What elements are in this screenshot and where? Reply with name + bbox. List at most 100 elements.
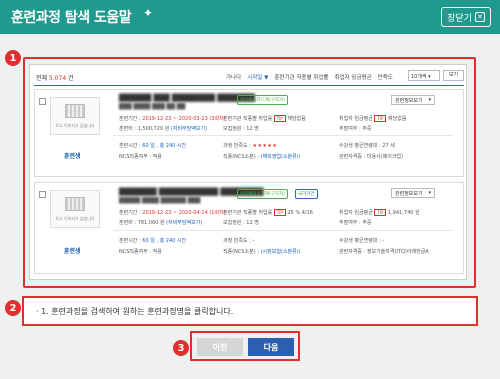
tip-badge: TIP — [374, 115, 387, 122]
chevron-down-icon: ▾ — [428, 74, 431, 80]
cert-value: 미용사(메이크업) — [366, 154, 403, 160]
sort-options: 가나다 시작일 ▼ 훈련기관 직종별 취업률 취업자 임금평균 만족도 — [226, 73, 393, 81]
cost-label: 훈련비 : — [119, 126, 138, 132]
course-card-1: 로고 이미지가 없습니다 훈련생 ██████ ███ ████████ ███… — [34, 89, 464, 177]
instruction-text: · 1. 훈련과정을 검색하여 원하는 훈련과정명을 클릭합니다. — [36, 307, 234, 316]
employment-label: 훈련기관 직종별 취업률 — [223, 116, 274, 122]
satisfaction-label: 과정 만족도 : — [223, 238, 253, 244]
next-button[interactable]: 다음 — [248, 338, 294, 356]
close-label: 창닫기 — [447, 13, 472, 24]
thumbnail-caption: 로고 이미지가 없습니다 — [55, 216, 95, 221]
related-info-button[interactable]: 관련정보보기 ▾ — [391, 95, 435, 105]
course-list-panel: 전체 5,074 건 가나다 시작일 ▼ 훈련기관 직종별 취업률 취업자 임금… — [29, 64, 467, 280]
period-value: 2019-12-23 ~ 2020-04-14 (1회차) — [142, 210, 226, 216]
cost-value: 781,060 원 — [137, 220, 165, 226]
cost-row: 훈련비 : 781,060 원 (자비부담액보기) — [119, 219, 202, 226]
total-prefix: 전체 — [36, 75, 49, 82]
self-pay-link[interactable]: (자비부담액보기) — [171, 126, 207, 132]
capacity-value: 12 명 — [246, 126, 259, 132]
weekday-row: 주말여부 : 주중 — [339, 125, 371, 132]
rating-stars: ★★★★★ — [252, 143, 278, 149]
tip-badge: TIP — [273, 209, 286, 216]
job-row: 직종(NCS소분) : (해외영업(소분류)) — [223, 153, 301, 160]
cert-label: 관련자격증 : — [339, 154, 367, 160]
period-row: 훈련기간 : 2019-12-23 ~ 2020-04-14 (1회차) — [119, 209, 226, 216]
card-divider — [113, 135, 453, 136]
related-info-label: 관련정보보기 — [395, 190, 423, 197]
period-row: 훈련기간 : 2019-12-23 ~ 2020-03-23 (3회차) — [119, 115, 226, 122]
chevron-down-icon: ▾ — [428, 97, 431, 103]
view-button[interactable]: 보기 — [443, 70, 464, 81]
capacity-value: 12 명 — [246, 220, 259, 226]
tip-badge: TIP — [374, 209, 387, 216]
hours-label: 훈련시간 : — [119, 143, 143, 149]
job-value[interactable]: (시판보험(소분류)) — [261, 249, 301, 255]
capacity-label: 모집정원 : — [223, 126, 247, 132]
hours-value: 60 일 , 총 240 시간 — [142, 238, 187, 244]
capacity-label: 모집정원 : — [223, 220, 247, 226]
weekday-value: 주중 — [362, 126, 372, 132]
cert-value: 정보기술자격(ITQ)아래한글A — [366, 249, 429, 255]
age-label: 수강생 평균연령대 : — [339, 238, 383, 244]
weekday-label: 주말여부 : — [339, 126, 363, 132]
period-label: 훈련기간 : — [119, 210, 143, 216]
step-1-marker: 1 — [5, 50, 21, 66]
close-window-button[interactable]: 창닫기 ✕ — [441, 7, 491, 27]
age-label: 수강생 평균연령대 : — [339, 143, 383, 149]
course-thumbnail: 로고 이미지가 없습니다 — [50, 190, 100, 228]
list-divider — [34, 85, 464, 86]
wage-label: 취업자 임금평균 — [339, 116, 375, 122]
ncs-row: NCS직종여부 : 적용 — [119, 153, 162, 160]
sort-employment-rate[interactable]: 훈련기관 직종별 취업률 — [274, 73, 328, 81]
hours-row: 훈련시간 : 60 일 , 총 240 시간 — [119, 142, 186, 149]
ncs-row: NCS직종여부 : 적용 — [119, 248, 162, 255]
period-value: 2019-12-23 ~ 2020-03-23 (3회차) — [142, 116, 226, 122]
sort-start-date[interactable]: 시작일 ▼ — [247, 73, 268, 81]
cost-value: 1,500,720 원 — [137, 126, 170, 132]
placeholder-image-icon — [65, 197, 85, 211]
prev-button[interactable]: 이전 — [197, 338, 243, 356]
job-row: 직종(NCS소분) : (시판보험(소분류)) — [223, 248, 301, 255]
cost-label: 훈련비 : — [119, 220, 138, 226]
age-row: 수강생 평균연령대 : 27 세 — [339, 142, 395, 149]
select-checkbox[interactable] — [39, 191, 46, 198]
page-size-value: 10개씩 — [411, 74, 427, 80]
course-name-link[interactable]: ██████ ███ ████████ ███████ — [119, 94, 255, 102]
cert-row: 관련자격증 : 미용사(메이크업) — [339, 153, 403, 160]
ncs-value: 적용 — [152, 154, 162, 160]
ncs-label: NCS직종여부 : — [119, 249, 153, 255]
employment-row: 훈련기관 직종별 취업률 TIP 해당없음 — [223, 115, 306, 122]
employment-value: 25 % 4/16 — [287, 210, 313, 216]
sort-satisfaction[interactable]: 만족도 — [378, 73, 393, 81]
period-label: 훈련기간 : — [119, 116, 143, 122]
total-count: 전체 5,074 건 — [36, 73, 74, 82]
weekday-value: 주중 — [362, 220, 372, 226]
sparkle-icon: ✦ — [143, 6, 154, 20]
job-value[interactable]: (해외영업(소분류)) — [261, 154, 301, 160]
capacity-row: 모집정원 : 12 명 — [223, 219, 259, 226]
age-row: 수강생 평균연령대 : - — [339, 237, 384, 244]
employment-row: 훈련기관 직종별 취업률 TIP 25 % 4/16 — [223, 209, 313, 216]
select-checkbox[interactable] — [39, 98, 46, 105]
course-thumbnail: 로고 이미지가 없습니다 — [50, 97, 100, 135]
weekday-label: 주말여부 : — [339, 220, 363, 226]
self-pay-link[interactable]: (자비부담액보기) — [166, 220, 202, 226]
sort-alpha[interactable]: 가나다 — [226, 73, 241, 81]
card-tag: 내일배움카드제(구직자) — [237, 189, 288, 199]
cost-row: 훈련비 : 1,500,720 원 (자비부담액보기) — [119, 125, 207, 132]
sort-wage[interactable]: 취업자 임금평균 — [334, 73, 371, 81]
hours-label: 훈련시간 : — [119, 238, 143, 244]
placeholder-image-icon — [65, 104, 85, 118]
window-title: 훈련과정 탐색 도움말 — [11, 10, 132, 26]
age-value: 27 세 — [382, 143, 395, 149]
page-size-select[interactable]: 10개씩 ▾ — [408, 70, 440, 81]
course-card-2: 로고 이미지가 없습니다 훈련생 ███████ ███████████ ███… — [34, 182, 464, 274]
cert-label: 관련자격증 : — [339, 249, 367, 255]
job-label: 직종(NCS소분) : — [223, 154, 261, 160]
step-3-marker: 3 — [173, 340, 189, 356]
wage-value: 1,941,740 원 — [388, 210, 420, 216]
chevron-down-icon: ▾ — [428, 190, 431, 196]
wage-row: 취업자 임금평균 TIP 1,941,740 원 — [339, 209, 420, 216]
wage-row: 취업자 임금평균 TIP 해당없음 — [339, 115, 406, 122]
related-info-button[interactable]: 관련정보보기 ▾ — [391, 188, 435, 198]
